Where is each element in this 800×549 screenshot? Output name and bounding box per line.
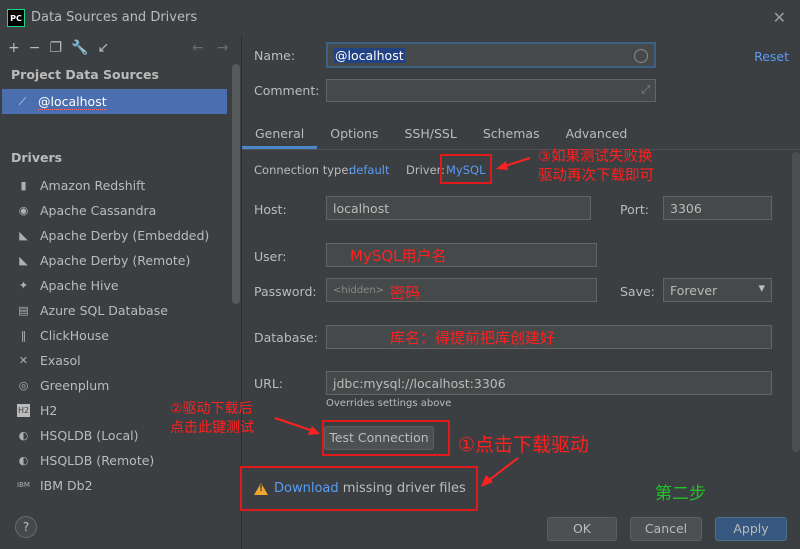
arrow-head-download <box>481 475 493 487</box>
annotation-second-step: 第二步 <box>655 484 706 504</box>
annotation-arrows <box>274 157 531 487</box>
annotation-step2-line1: ②驱动下载后 <box>170 401 253 417</box>
annotation-step2-line2: 点击此键测试 <box>170 420 254 436</box>
annotation-step2: ②驱动下载后 点击此键测试 <box>170 400 254 438</box>
annotation-password: 密码 <box>390 284 421 302</box>
arrow-head-driver <box>496 161 508 170</box>
annotation-step3: ③如果测试失败换 驱动再次下载即可 <box>538 148 654 186</box>
arrow-to-test <box>274 417 317 433</box>
annotation-database: 库名：得提前把库创建好 <box>390 329 556 347</box>
annotation-step3-line2: 驱动再次下载即可 <box>538 168 654 184</box>
annotation-user: MySQL用户名 <box>350 247 447 265</box>
annotation-step3-line1: ③如果测试失败换 <box>538 149 653 165</box>
annotation-step1: ①点击下载驱动 <box>458 434 590 456</box>
